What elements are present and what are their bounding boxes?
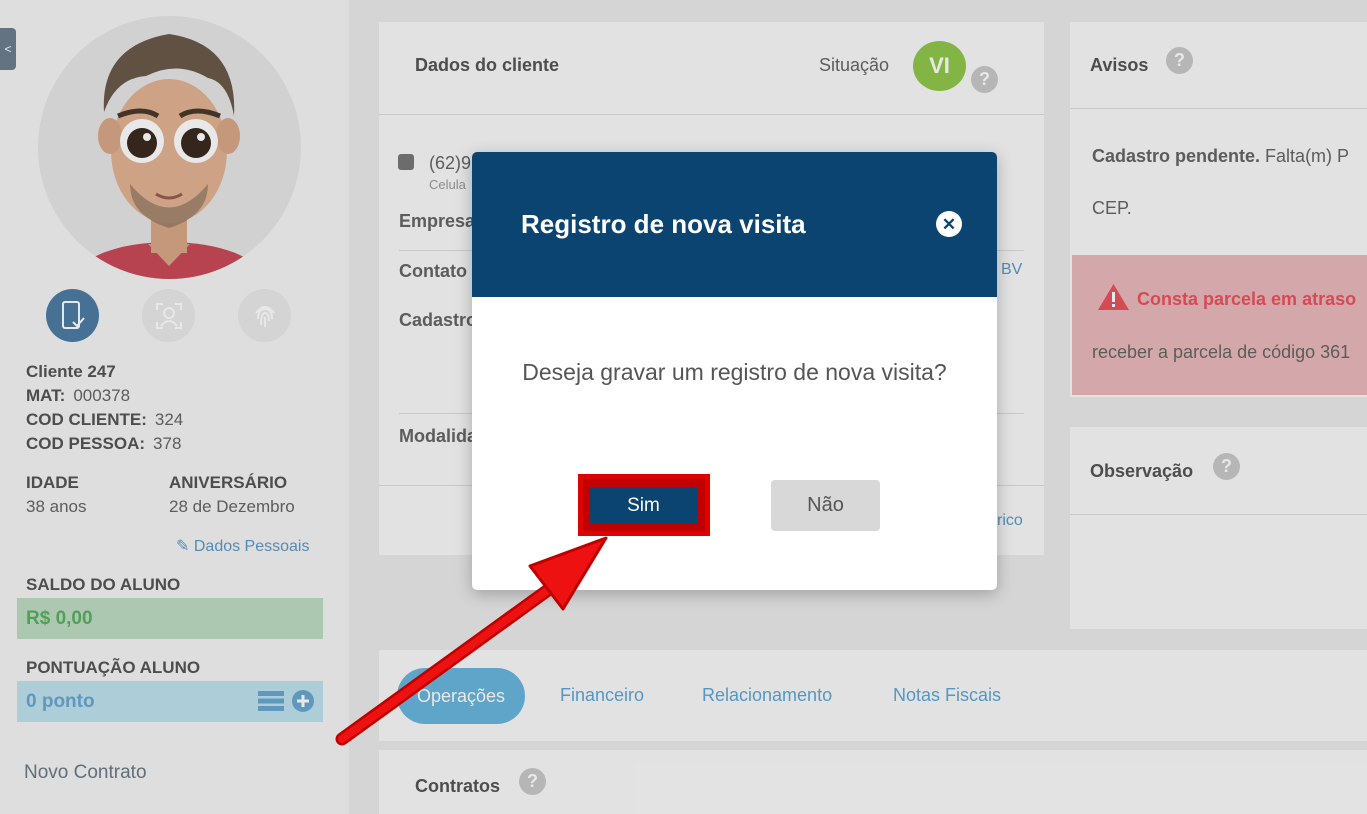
- close-icon[interactable]: ✕: [936, 211, 962, 237]
- cancel-button[interactable]: Não: [771, 480, 880, 531]
- nova-visita-dialog: Registro de nova visita ✕ Deseja gravar …: [472, 152, 997, 590]
- dialog-header: Registro de nova visita ✕: [472, 152, 997, 297]
- dialog-title: Registro de nova visita: [521, 209, 806, 239]
- dialog-question: Deseja gravar um registro de nova visita…: [522, 359, 947, 385]
- confirm-button[interactable]: Sim: [590, 487, 697, 524]
